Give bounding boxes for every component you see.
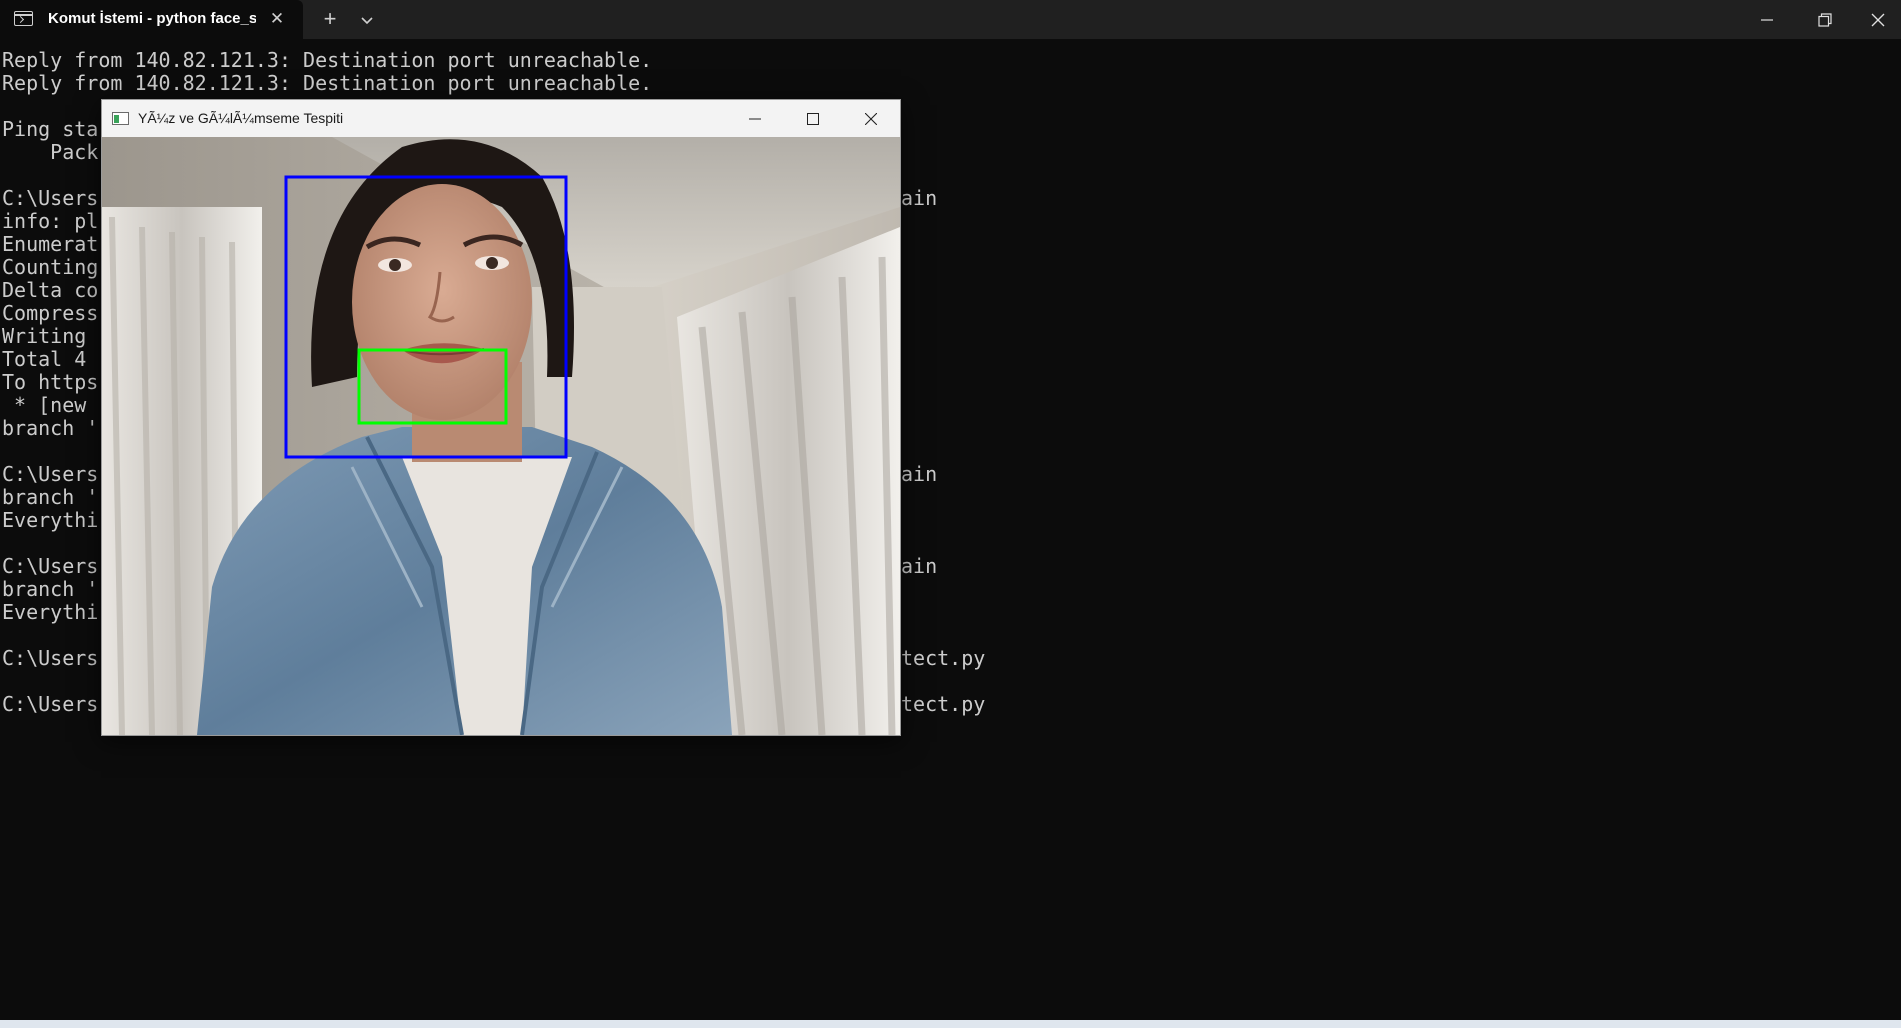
restore-button[interactable] (1796, 0, 1853, 39)
console-line: Reply from 140.82.121.3: Destination por… (2, 48, 653, 72)
app-icon (112, 112, 129, 125)
terminal-titlebar: Komut İstemi - python face_s ✕ + (0, 0, 1901, 39)
chevron-down-icon (361, 17, 373, 25)
console-fragment: ain (901, 554, 938, 578)
minimize-button[interactable] (1738, 0, 1795, 39)
opencv-window-title: YÃ¼z ve GÃ¼lÃ¼mseme Tespiti (138, 110, 344, 126)
new-tab-button[interactable]: + (318, 8, 342, 32)
taskbar-edge (0, 1020, 1901, 1028)
console-line: Reply from 140.82.121.3: Destination por… (2, 71, 653, 95)
maximize-icon (807, 113, 819, 125)
opencv-close-button[interactable] (842, 100, 900, 137)
terminal-icon (14, 11, 33, 26)
opencv-window[interactable]: YÃ¼z ve GÃ¼lÃ¼mseme Tespiti (101, 99, 901, 736)
opencv-minimize-button[interactable] (726, 100, 784, 137)
tab-close-icon[interactable]: ✕ (267, 9, 287, 29)
close-button[interactable] (1854, 0, 1901, 39)
camera-frame (102, 137, 900, 735)
console-fragment: tect.py (901, 646, 986, 670)
minimize-icon (749, 118, 761, 120)
close-icon (865, 113, 877, 125)
restore-icon (1818, 13, 1832, 27)
tab-dropdown-button[interactable] (356, 10, 378, 30)
tab-title: Komut İstemi - python face_s (48, 10, 256, 27)
opencv-titlebar[interactable]: YÃ¼z ve GÃ¼lÃ¼mseme Tespiti (102, 100, 900, 137)
console-fragment: ain (901, 186, 938, 210)
opencv-maximize-button[interactable] (784, 100, 842, 137)
close-icon (1871, 13, 1885, 27)
terminal-tab[interactable]: Komut İstemi - python face_s ✕ (0, 0, 303, 39)
webcam-image (102, 137, 900, 735)
console-fragment: tect.py (901, 692, 986, 716)
minimize-icon (1761, 19, 1773, 21)
console-fragment: ain (901, 462, 938, 486)
